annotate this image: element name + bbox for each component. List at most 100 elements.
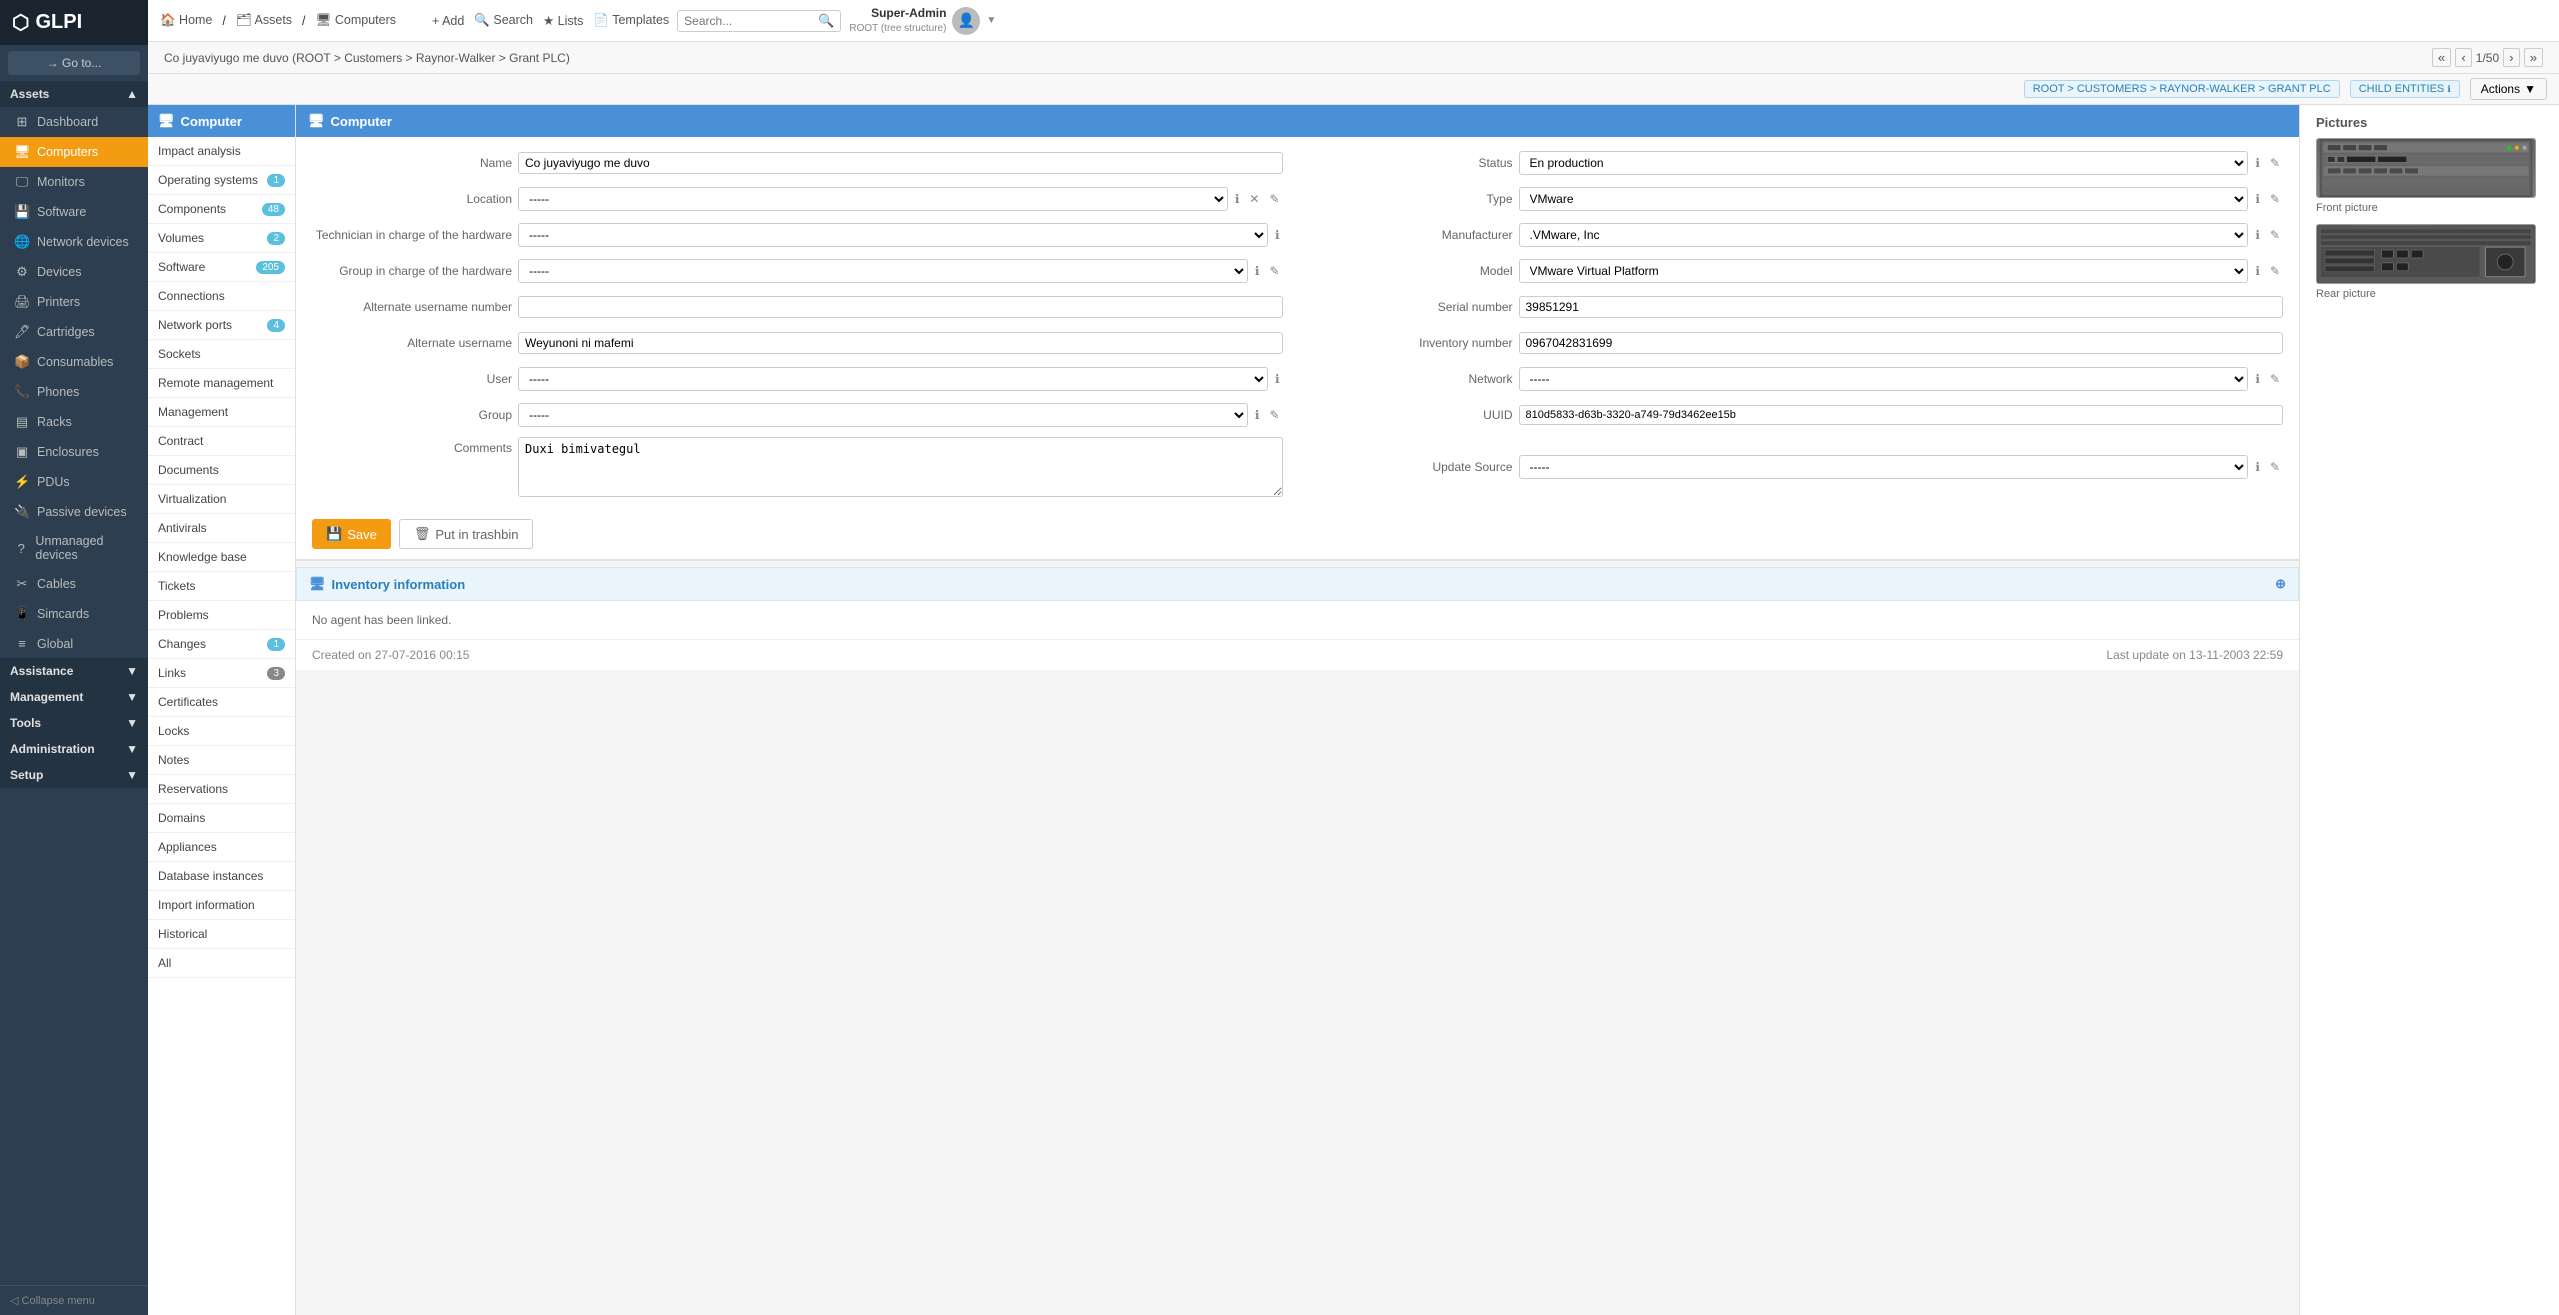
group-edit-icon[interactable]: ✎ bbox=[1266, 406, 1282, 424]
sidebar-item-global[interactable]: ≡ Global bbox=[0, 629, 148, 658]
sidebar-section-assets[interactable]: Assets ▲ bbox=[0, 81, 148, 107]
submenu-locks[interactable]: Locks bbox=[148, 717, 295, 746]
sidebar-item-dashboard[interactable]: ⊞ Dashboard bbox=[0, 107, 148, 137]
topbar-templates[interactable]: 📄 Templates bbox=[593, 13, 669, 28]
submenu-remote-management[interactable]: Remote management bbox=[148, 369, 295, 398]
topbar-search[interactable]: 🔍 Search bbox=[474, 13, 533, 28]
location-clear-icon[interactable]: ✕ bbox=[1246, 190, 1262, 208]
inventory-collapse-icon[interactable]: ⊕ bbox=[2275, 576, 2286, 592]
sidebar-item-simcards[interactable]: 📱 Simcards bbox=[0, 599, 148, 629]
child-entities-badge[interactable]: CHILD ENTITIES ℹ bbox=[2350, 80, 2460, 98]
sidebar-item-monitors[interactable]: 🖵 Monitors bbox=[0, 167, 148, 197]
goto-button[interactable]: → Go to... bbox=[8, 51, 140, 75]
sidebar-section-assistance[interactable]: Assistance▼ bbox=[0, 658, 148, 684]
submenu-notes[interactable]: Notes bbox=[148, 746, 295, 775]
submenu-database-instances[interactable]: Database instances bbox=[148, 862, 295, 891]
user-dropdown-icon[interactable]: ▼ bbox=[986, 15, 996, 26]
submenu-tickets[interactable]: Tickets bbox=[148, 572, 295, 601]
uuid-input[interactable] bbox=[1519, 405, 2284, 425]
alt-username-input[interactable] bbox=[518, 332, 1283, 354]
sidebar-section-administration[interactable]: Administration▼ bbox=[0, 736, 148, 762]
submenu-import-information[interactable]: Import information bbox=[148, 891, 295, 920]
topbar-add[interactable]: + Add bbox=[432, 14, 464, 28]
sidebar-item-printers[interactable]: 🖨 Printers bbox=[0, 287, 148, 317]
submenu-management[interactable]: Management bbox=[148, 398, 295, 427]
submenu-software[interactable]: Software205 bbox=[148, 253, 295, 282]
submenu-reservations[interactable]: Reservations bbox=[148, 775, 295, 804]
submenu-certificates[interactable]: Certificates bbox=[148, 688, 295, 717]
submenu-historical[interactable]: Historical bbox=[148, 920, 295, 949]
sidebar-item-racks[interactable]: ▤ Racks bbox=[0, 407, 148, 437]
actions-button[interactable]: Actions ▼ bbox=[2470, 78, 2547, 100]
status-edit-icon[interactable]: ✎ bbox=[2267, 154, 2283, 172]
sidebar-item-consumables[interactable]: 📦 Consumables bbox=[0, 347, 148, 377]
prev-button[interactable]: ‹ bbox=[2455, 48, 2471, 67]
user-select[interactable]: ----- bbox=[518, 367, 1268, 391]
submenu-network-ports[interactable]: Network ports4 bbox=[148, 311, 295, 340]
sidebar-item-enclosures[interactable]: ▣ Enclosures bbox=[0, 437, 148, 467]
search-input[interactable] bbox=[684, 14, 814, 28]
model-edit-icon[interactable]: ✎ bbox=[2267, 262, 2283, 280]
status-select[interactable]: En production bbox=[1519, 151, 2249, 175]
name-input[interactable] bbox=[518, 152, 1283, 174]
user-info-icon[interactable]: ℹ bbox=[1272, 370, 1283, 388]
sidebar-item-passive-devices[interactable]: 🔌 Passive devices bbox=[0, 497, 148, 527]
manufacturer-select[interactable]: .VMware, Inc bbox=[1519, 223, 2249, 247]
submenu-problems[interactable]: Problems bbox=[148, 601, 295, 630]
model-select[interactable]: VMware Virtual Platform bbox=[1519, 259, 2249, 283]
technician-info-icon[interactable]: ℹ bbox=[1272, 226, 1283, 244]
update-source-info-icon[interactable]: ℹ bbox=[2252, 458, 2263, 476]
network-info-icon[interactable]: ℹ bbox=[2252, 370, 2263, 388]
submenu-appliances[interactable]: Appliances bbox=[148, 833, 295, 862]
submenu-components[interactable]: Components48 bbox=[148, 195, 295, 224]
group-select[interactable]: ----- bbox=[518, 403, 1248, 427]
submenu-virtualization[interactable]: Virtualization bbox=[148, 485, 295, 514]
sidebar-item-phones[interactable]: 📞 Phones bbox=[0, 377, 148, 407]
sidebar-item-pdus[interactable]: ⚡ PDUs bbox=[0, 467, 148, 497]
network-edit-icon[interactable]: ✎ bbox=[2267, 370, 2283, 388]
serial-number-input[interactable] bbox=[1519, 296, 2284, 318]
sidebar-item-network-devices[interactable]: 🌐 Network devices bbox=[0, 227, 148, 257]
group-hardware-select[interactable]: ----- bbox=[518, 259, 1248, 283]
submenu-domains[interactable]: Domains bbox=[148, 804, 295, 833]
submenu-all[interactable]: All bbox=[148, 949, 295, 978]
next-button[interactable]: › bbox=[2503, 48, 2519, 67]
collapse-menu[interactable]: ◁ Collapse menu bbox=[0, 1285, 148, 1315]
submenu-connections[interactable]: Connections bbox=[148, 282, 295, 311]
update-source-select[interactable]: ----- bbox=[1519, 455, 2249, 479]
submenu-antivirals[interactable]: Antivirals bbox=[148, 514, 295, 543]
submenu-changes[interactable]: Changes1 bbox=[148, 630, 295, 659]
sidebar-item-unmanaged[interactable]: ? Unmanaged devices bbox=[0, 527, 148, 569]
sidebar-section-management[interactable]: Management▼ bbox=[0, 684, 148, 710]
search-icon[interactable]: 🔍 bbox=[818, 13, 834, 29]
nav-home[interactable]: 🏠 Home bbox=[160, 13, 212, 28]
sidebar-section-setup[interactable]: Setup▼ bbox=[0, 762, 148, 788]
submenu-impact-analysis[interactable]: Impact analysis bbox=[148, 137, 295, 166]
type-edit-icon[interactable]: ✎ bbox=[2267, 190, 2283, 208]
type-info-icon[interactable]: ℹ bbox=[2252, 190, 2263, 208]
comments-textarea[interactable]: Duxi bimivategul bbox=[518, 437, 1283, 497]
topbar-lists[interactable]: ★ Lists bbox=[543, 13, 583, 28]
sidebar-item-devices[interactable]: ⚙ Devices bbox=[0, 257, 148, 287]
submenu-contract[interactable]: Contract bbox=[148, 427, 295, 456]
trash-button[interactable]: 🗑 Put in trashbin bbox=[399, 519, 534, 549]
sidebar-item-software[interactable]: 💾 Software bbox=[0, 197, 148, 227]
group-hardware-edit-icon[interactable]: ✎ bbox=[1266, 262, 1282, 280]
submenu-knowledge-base[interactable]: Knowledge base bbox=[148, 543, 295, 572]
submenu-links[interactable]: Links3 bbox=[148, 659, 295, 688]
prev-first-button[interactable]: « bbox=[2432, 48, 2451, 67]
type-select[interactable]: VMware bbox=[1519, 187, 2249, 211]
location-info-icon[interactable]: ℹ bbox=[1232, 190, 1243, 208]
group-info-icon[interactable]: ℹ bbox=[1252, 406, 1263, 424]
nav-assets[interactable]: 🗂 Assets bbox=[236, 13, 292, 28]
submenu-documents[interactable]: Documents bbox=[148, 456, 295, 485]
sidebar-section-tools[interactable]: Tools▼ bbox=[0, 710, 148, 736]
network-select[interactable]: ----- bbox=[1519, 367, 2249, 391]
sidebar-item-computers[interactable]: 🖥 Computers bbox=[0, 137, 148, 167]
sidebar-item-cartridges[interactable]: 🖊 Cartridges bbox=[0, 317, 148, 347]
location-select[interactable]: ----- bbox=[518, 187, 1228, 211]
update-source-edit-icon[interactable]: ✎ bbox=[2267, 458, 2283, 476]
status-info-icon[interactable]: ℹ bbox=[2252, 154, 2263, 172]
group-hardware-info-icon[interactable]: ℹ bbox=[1252, 262, 1263, 280]
nav-computers[interactable]: 🖥 Computers bbox=[316, 13, 396, 28]
